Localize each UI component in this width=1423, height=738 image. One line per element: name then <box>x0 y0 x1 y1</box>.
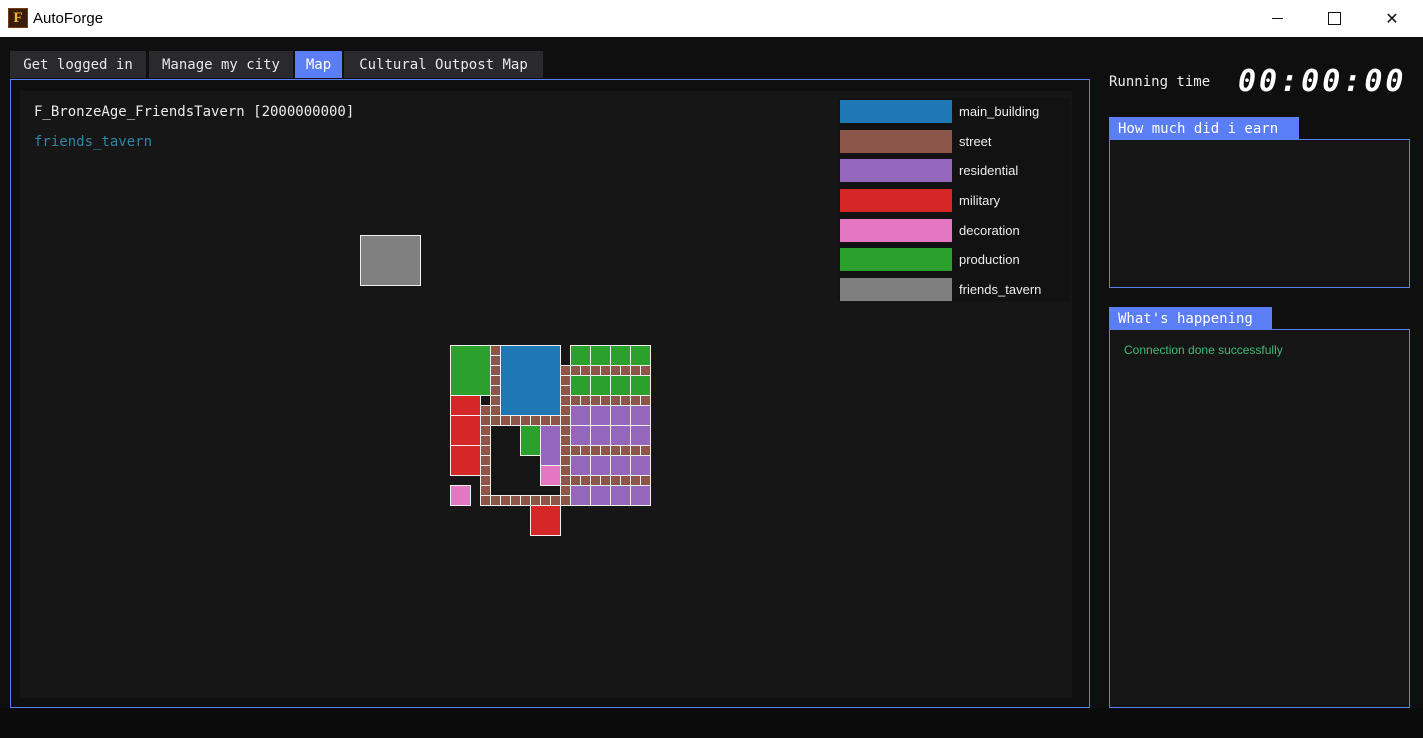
decoration-tile[interactable] <box>450 485 471 506</box>
residential-tile[interactable] <box>570 425 591 446</box>
legend-label: street <box>959 134 992 149</box>
legend-label: production <box>959 252 1020 267</box>
production-tile[interactable] <box>570 345 591 366</box>
minimize-button[interactable] <box>1248 0 1306 37</box>
residential-tile[interactable] <box>570 485 591 506</box>
maximize-icon <box>1327 12 1341 25</box>
legend-swatch <box>840 130 952 153</box>
close-button[interactable]: ✕ <box>1363 0 1421 37</box>
title-bar: F AutoForge ✕ <box>0 0 1423 37</box>
legend-swatch <box>840 159 952 182</box>
map-subtitle: friends_tavern <box>34 134 153 150</box>
residential-tile[interactable] <box>610 455 631 476</box>
maximize-button[interactable] <box>1305 0 1363 37</box>
residential-tile[interactable] <box>630 425 651 446</box>
running-time-label: Running time <box>1109 74 1211 90</box>
military-tile[interactable] <box>450 415 481 446</box>
residential-tile[interactable] <box>570 455 591 476</box>
residential-tile[interactable] <box>610 405 631 426</box>
military-tile[interactable] <box>450 395 481 416</box>
close-icon: ✕ <box>1385 9 1399 28</box>
map-title: F_BronzeAge_FriendsTavern [2000000000] <box>34 104 355 120</box>
minimize-icon <box>1271 18 1283 19</box>
legend-swatch <box>840 278 952 301</box>
residential-tile[interactable] <box>570 405 591 426</box>
earnings-panel-title: How much did i earn <box>1109 117 1299 139</box>
residential-tile[interactable] <box>590 455 611 476</box>
tab-get-logged-in[interactable]: Get logged in <box>10 51 146 78</box>
activity-log-panel <box>1109 329 1410 708</box>
legend-swatch <box>840 248 952 271</box>
tab-manage-my-city[interactable]: Manage my city <box>149 51 293 78</box>
production-tile[interactable] <box>590 375 611 396</box>
residential-tile[interactable] <box>590 425 611 446</box>
production-tile[interactable] <box>570 375 591 396</box>
production-tile[interactable] <box>590 345 611 366</box>
residential-tile[interactable] <box>590 405 611 426</box>
production-tile[interactable] <box>520 425 541 456</box>
residential-tile[interactable] <box>590 485 611 506</box>
residential-tile[interactable] <box>630 455 651 476</box>
military-tile[interactable] <box>450 445 481 476</box>
friends-tavern-tile[interactable] <box>360 235 421 286</box>
tab-map[interactable]: Map <box>295 51 342 78</box>
legend-swatch <box>840 100 952 123</box>
app-logo-icon: F <box>8 8 28 28</box>
log-entry: Connection done successfully <box>1124 343 1283 357</box>
legend-label: residential <box>959 163 1019 178</box>
residential-tile[interactable] <box>540 425 561 466</box>
window-title: AutoForge <box>33 10 104 27</box>
production-tile[interactable] <box>630 375 651 396</box>
bottom-bar <box>0 708 1423 738</box>
earnings-panel <box>1109 139 1410 288</box>
tab-cultural-outpost-map[interactable]: Cultural Outpost Map <box>344 51 543 78</box>
production-tile[interactable] <box>610 345 631 366</box>
legend-label: military <box>959 193 1001 208</box>
production-tile[interactable] <box>630 345 651 366</box>
legend-swatch <box>840 189 952 212</box>
production-tile[interactable] <box>610 375 631 396</box>
residential-tile[interactable] <box>630 485 651 506</box>
decoration-tile[interactable] <box>540 465 561 486</box>
running-time-value: 00:00:00 <box>1238 64 1407 99</box>
street-tile <box>480 405 491 506</box>
legend-label: friends_tavern <box>959 282 1042 297</box>
legend-label: main_building <box>959 104 1040 119</box>
production-tile[interactable] <box>450 345 491 396</box>
legend-swatch <box>840 219 952 242</box>
main-building-tile[interactable] <box>500 345 561 416</box>
residential-tile[interactable] <box>610 425 631 446</box>
residential-tile[interactable] <box>610 485 631 506</box>
legend-label: decoration <box>959 223 1020 238</box>
activity-panel-title: What's happening <box>1109 307 1272 329</box>
military-tile[interactable] <box>530 505 561 536</box>
residential-tile[interactable] <box>630 405 651 426</box>
